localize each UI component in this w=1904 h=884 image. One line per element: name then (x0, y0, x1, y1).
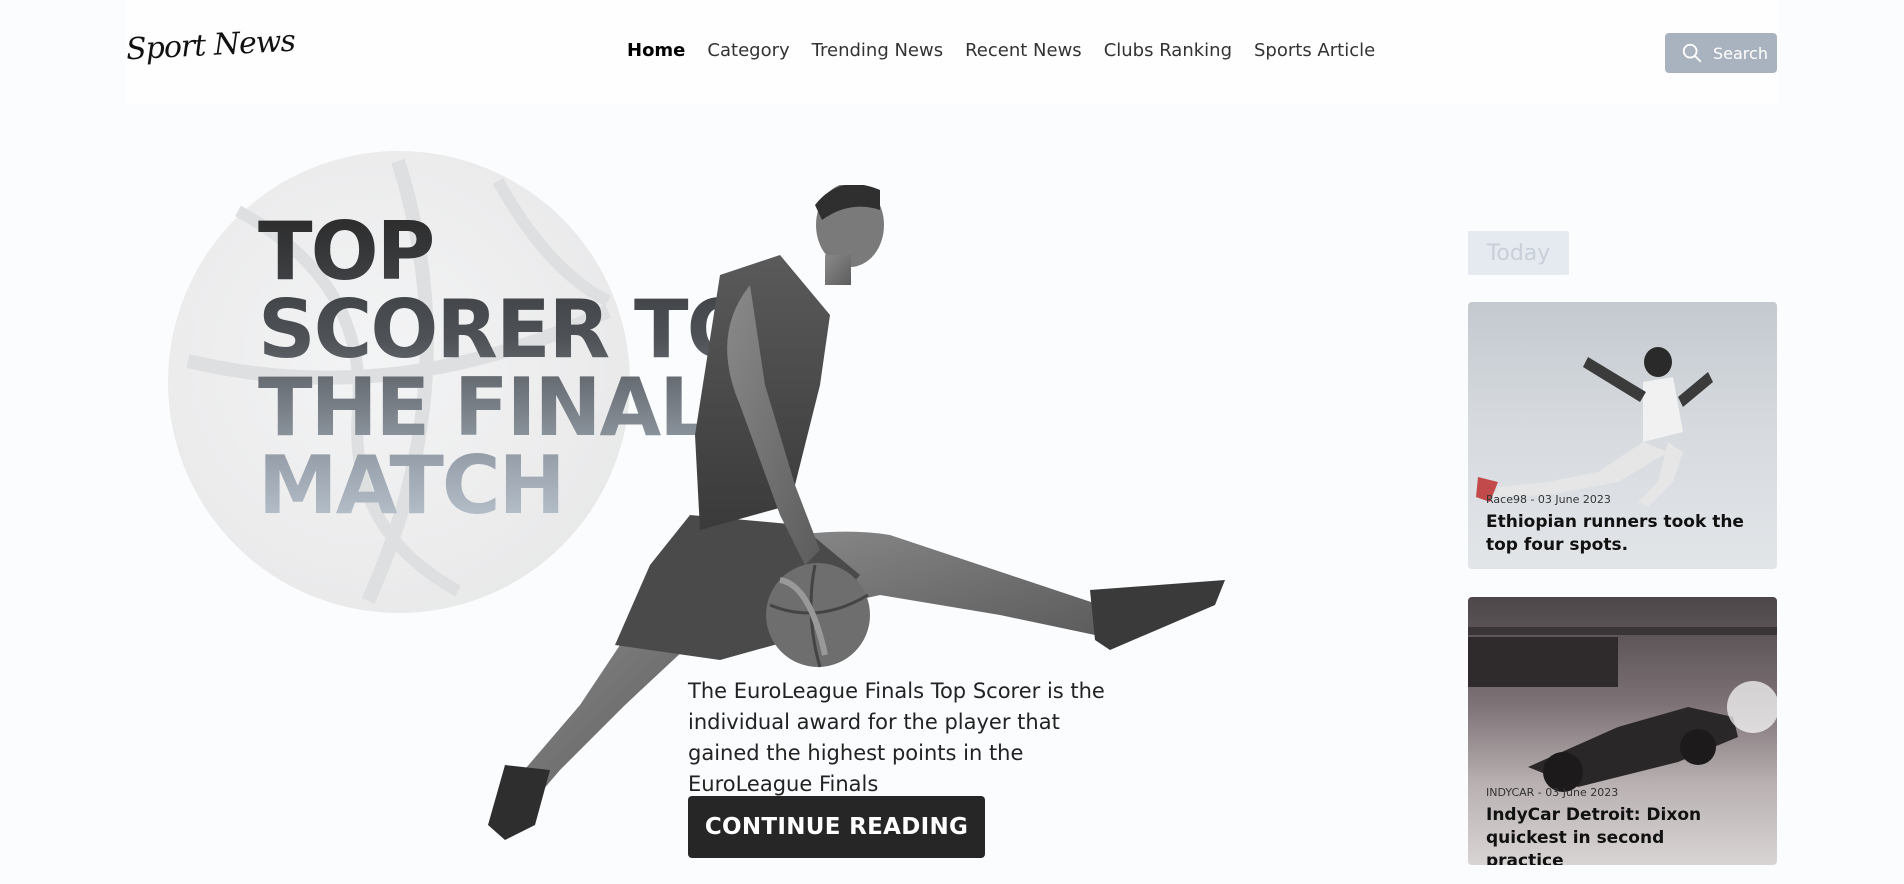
today-badge: Today (1468, 231, 1569, 275)
continue-reading-button[interactable]: CONTINUE READING (688, 796, 985, 858)
hero-description: The EuroLeague Finals Top Scorer is the … (688, 679, 1105, 796)
nav-category[interactable]: Category (707, 40, 789, 61)
news-card[interactable]: INDYCAR - 03 June 2023 IndyCar Detroit: … (1468, 597, 1777, 865)
card-meta: Race98 - 03 June 2023 (1486, 493, 1611, 506)
news-card[interactable]: Race98 - 03 June 2023 Ethiopian runners … (1468, 302, 1777, 569)
nav-clubs-ranking[interactable]: Clubs Ranking (1104, 40, 1232, 61)
card-title[interactable]: IndyCar Detroit: Dixon quickest in secon… (1486, 804, 1746, 865)
nav-trending-news[interactable]: Trending News (812, 40, 943, 61)
main-nav: Home Category Trending News Recent News … (627, 40, 1375, 61)
card-meta: INDYCAR - 03 June 2023 (1486, 786, 1619, 799)
search-label: Search (1713, 43, 1768, 63)
search-button[interactable]: Search (1665, 33, 1777, 73)
card-title[interactable]: Ethiopian runners took the top four spot… (1486, 511, 1746, 557)
search-icon (1682, 43, 1702, 63)
nav-sports-article[interactable]: Sports Article (1254, 40, 1375, 61)
nav-recent-news[interactable]: Recent News (965, 40, 1082, 61)
nav-home[interactable]: Home (627, 40, 685, 61)
